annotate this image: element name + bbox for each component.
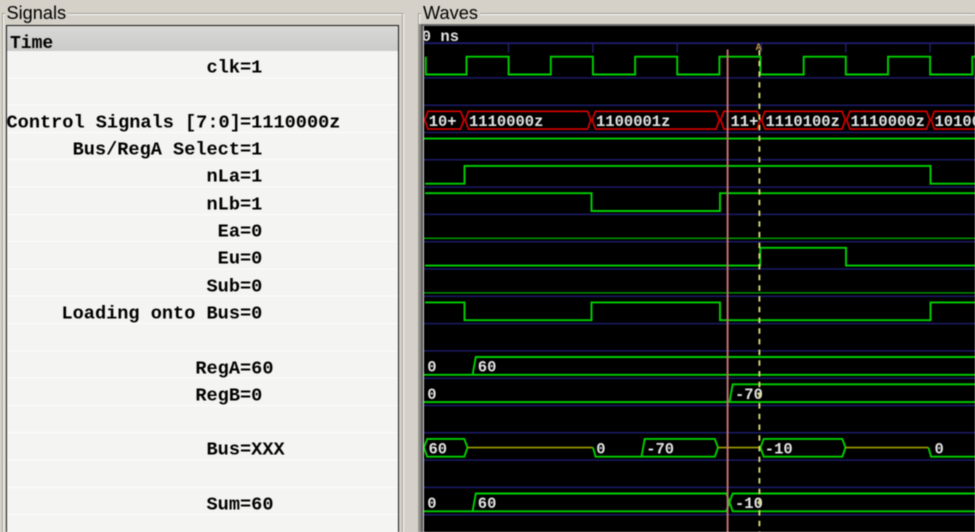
svg-text:-10: -10 [765,440,793,458]
svg-text:0: 0 [427,495,436,513]
svg-text:A: A [756,43,762,54]
svg-text:60: 60 [478,359,497,377]
svg-text:-70: -70 [646,440,674,458]
svg-text:60: 60 [478,495,497,513]
svg-text:10+: 10+ [429,113,457,131]
svg-text:0: 0 [427,386,436,404]
svg-text:11+: 11+ [731,113,759,131]
svg-text:1100001z: 1100001z [596,113,670,131]
svg-text:0: 0 [596,440,605,458]
svg-text:0: 0 [427,359,436,377]
svg-text:1110000z: 1110000z [851,113,925,131]
svg-text:1110000z: 1110000z [469,113,543,131]
svg-text:101001: 101001 [935,113,975,131]
svg-text:0: 0 [935,440,944,458]
svg-text:60: 60 [429,440,448,458]
svg-text:1110100z: 1110100z [766,113,840,131]
